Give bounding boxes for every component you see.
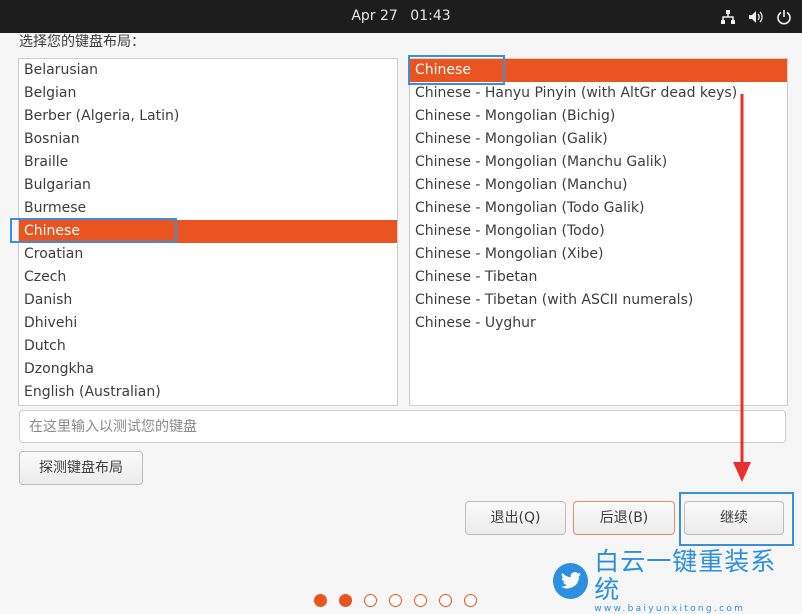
language-list-item[interactable]: Bulgarian [19, 174, 397, 197]
language-list-item[interactable]: Belarusian [19, 59, 397, 82]
language-list-item[interactable]: Chinese [19, 220, 397, 243]
keyboard-language-list[interactable]: Belarusian Belgian Berber (Algeria, Latin)… [18, 58, 398, 406]
back-button[interactable]: 后退(B) [573, 501, 675, 535]
language-list-item[interactable]: Czech [19, 266, 397, 289]
progress-dot [364, 594, 377, 607]
progress-dot [314, 594, 327, 607]
language-list-item[interactable]: Burmese [19, 197, 397, 220]
language-list-item[interactable]: English (Australian) [19, 381, 397, 404]
watermark: 白云一键重装系统 www.baiyunxitong.com [553, 548, 798, 614]
quit-button[interactable]: 退出(Q) [465, 501, 566, 535]
language-list-item[interactable]: Croatian [19, 243, 397, 266]
continue-button[interactable]: 继续 [684, 501, 784, 535]
progress-dot [414, 594, 427, 607]
layout-prompt: 选择您的键盘布局： [19, 34, 145, 50]
progress-dot [339, 594, 352, 607]
language-list-item[interactable]: Braille [19, 151, 397, 174]
progress-dot [439, 594, 452, 607]
language-list-item[interactable]: Danish [19, 289, 397, 312]
watermark-url: www.baiyunxitong.com [594, 604, 746, 614]
power-icon[interactable] [776, 9, 792, 25]
detect-layout-button[interactable]: 探测键盘布局 [19, 451, 143, 485]
progress-dot [389, 594, 402, 607]
twitter-bird-icon [553, 563, 589, 599]
clock-date: Apr 27 [351, 8, 398, 24]
annotation-arrow [733, 94, 751, 482]
watermark-title: 白云一键重装系统 [594, 547, 777, 604]
top-bar: Apr 27 01:43 [0, 0, 802, 33]
system-tray[interactable] [720, 0, 792, 33]
language-list-item[interactable]: Belgian [19, 82, 397, 105]
language-list-item[interactable]: Dzongkha [19, 358, 397, 381]
language-list-item[interactable]: Dhivehi [19, 312, 397, 335]
language-list-item[interactable]: Dutch [19, 335, 397, 358]
install-progress-dots [314, 594, 477, 607]
volume-icon[interactable] [748, 9, 764, 25]
clock-time: 01:43 [410, 8, 451, 24]
progress-dot [464, 594, 477, 607]
variant-list-item[interactable]: Chinese [410, 59, 787, 82]
language-list-item[interactable]: Bosnian [19, 128, 397, 151]
network-icon[interactable] [720, 9, 736, 25]
keyboard-test-input[interactable] [19, 410, 786, 443]
language-list-item[interactable]: Berber (Algeria, Latin) [19, 105, 397, 128]
clock[interactable]: Apr 27 01:43 [0, 0, 802, 33]
